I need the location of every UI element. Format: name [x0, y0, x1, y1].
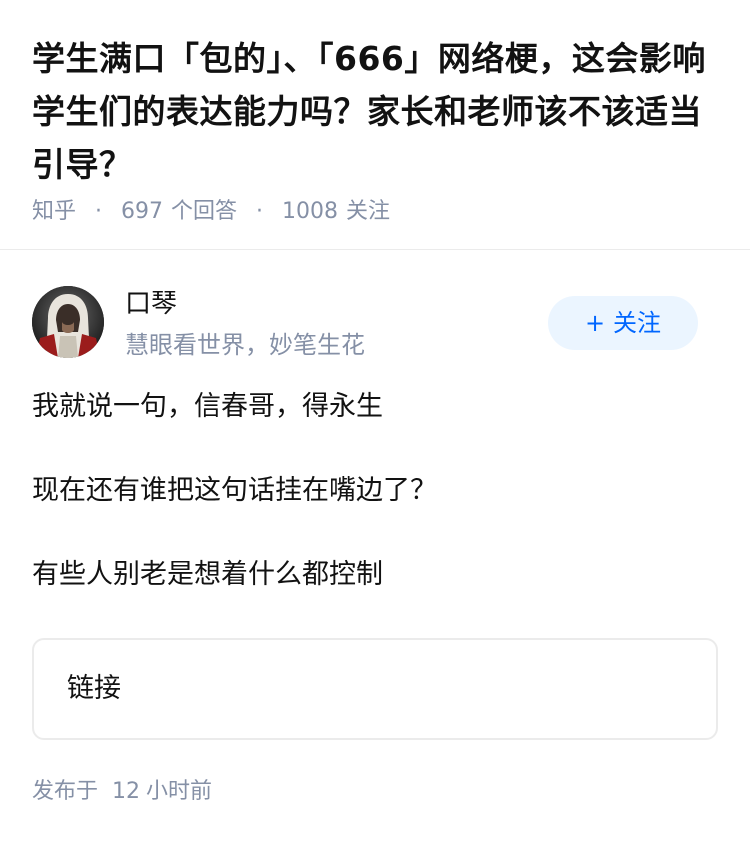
meta-separator: · [95, 199, 103, 224]
answer-paragraph: 现在还有谁把这句话挂在嘴边了？ [32, 475, 437, 506]
follower-count: 1008 [282, 199, 339, 224]
question-title[interactable]: 学生满口「包的」、「666」网络梗，这会影响学生们的表达能力吗？家长和老师该不该… [32, 32, 722, 191]
hooded-figure-avatar-icon [32, 286, 104, 358]
author-headline: 慧眼看世界，妙笔生花 [125, 331, 365, 359]
source-label[interactable]: 知乎 [32, 199, 76, 224]
answer-paragraph: 有些人别老是想着什么都控制 [32, 559, 383, 590]
question-meta: 知乎 · 697 个回答 · 1008 关注 [32, 196, 390, 228]
follower-count-label: 关注 [346, 199, 391, 224]
publish-prefix: 发布于 [32, 779, 99, 804]
plus-icon: + [584, 309, 606, 337]
publish-time: 发布于 12 小时前 [32, 776, 212, 808]
link-card-label: 链接 [67, 673, 121, 704]
publish-unit: 小时前 [146, 779, 213, 804]
answer-paragraph: 我就说一句，信春哥，得永生 [32, 391, 383, 422]
question-header: 学生满口「包的」、「666」网络梗，这会影响学生们的表达能力吗？家长和老师该不该… [0, 0, 750, 250]
answer-count-label: 个回答 [171, 199, 238, 224]
answer-content: 我就说一句，信春哥，得永生 现在还有谁把这句话挂在嘴边了？ 有些人别老是想着什么… [32, 388, 718, 640]
avatar[interactable] [32, 286, 104, 358]
meta-separator: · [256, 199, 264, 224]
author-name[interactable]: 口琴 [125, 286, 177, 322]
link-card[interactable]: 链接 [32, 638, 718, 740]
publish-value: 12 [112, 779, 141, 804]
answer-count: 697 [121, 199, 164, 224]
follow-button[interactable]: + 关注 [548, 296, 698, 350]
follow-button-label: 关注 [613, 309, 662, 337]
author-info: 口琴 慧眼看世界，妙笔生花 + 关注 [32, 286, 718, 360]
